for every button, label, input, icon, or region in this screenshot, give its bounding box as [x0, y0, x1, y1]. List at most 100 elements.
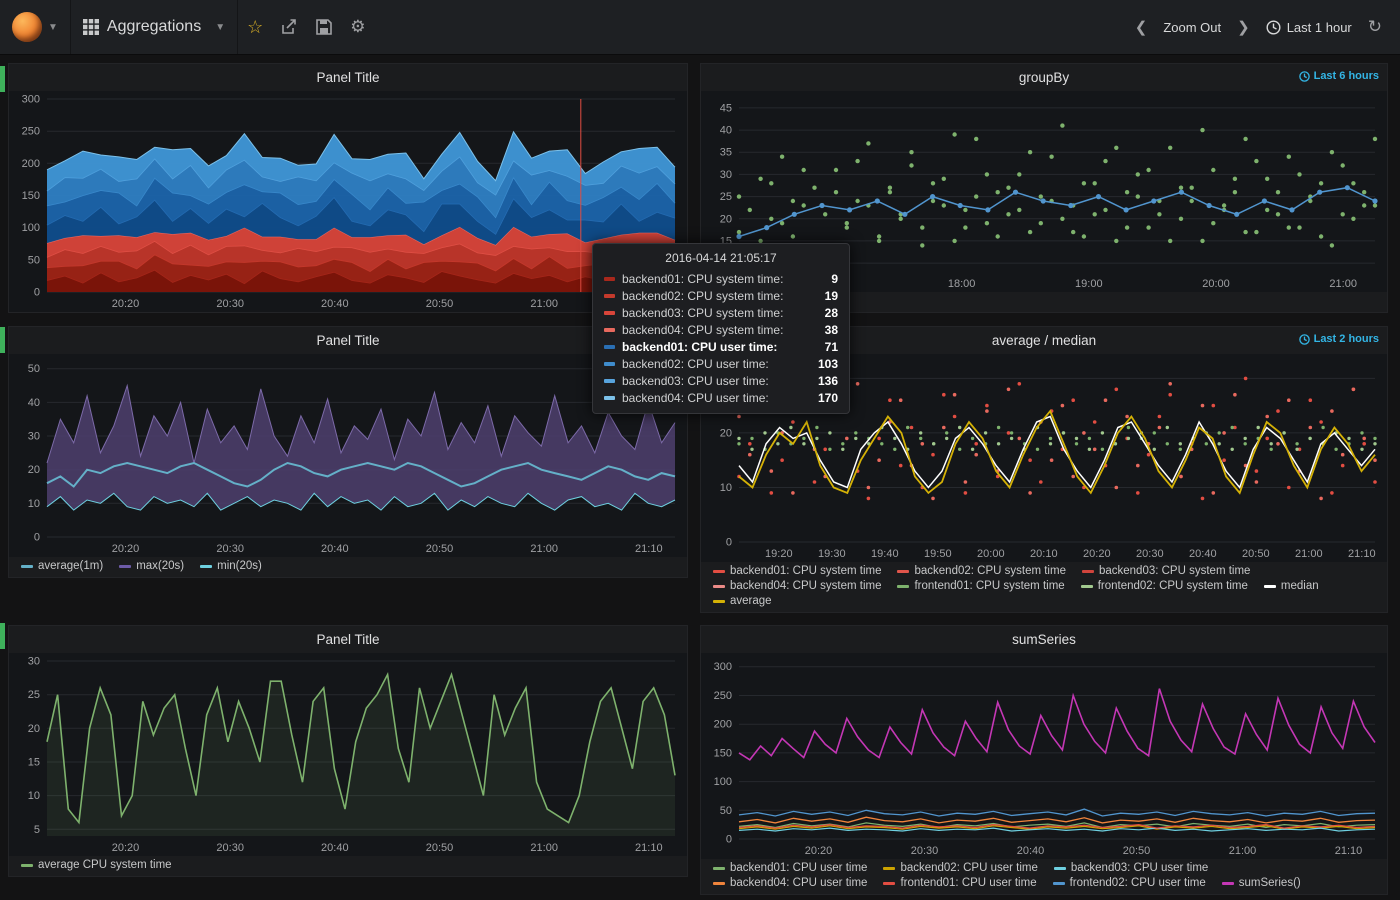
legend-item[interactable]: backend02: CPU user time — [883, 862, 1037, 874]
chevron-down-icon: ▼ — [48, 22, 58, 33]
panel-header: groupBy Last 6 hours — [701, 64, 1387, 91]
settings-button[interactable]: ⚙ — [350, 17, 365, 37]
save-button[interactable] — [316, 19, 332, 35]
svg-text:40: 40 — [28, 397, 40, 409]
time-override-label: Last 2 hours — [1314, 333, 1379, 345]
share-button[interactable] — [281, 19, 298, 35]
svg-text:20:40: 20:40 — [1189, 548, 1217, 560]
svg-text:0: 0 — [726, 537, 732, 549]
panel-title[interactable]: groupBy — [1019, 70, 1069, 85]
legend-item[interactable]: frontend01: CPU system time — [897, 580, 1064, 592]
row-toggle[interactable] — [0, 66, 5, 92]
legend-item[interactable]: average CPU system time — [21, 859, 172, 871]
panel-sumseries: sumSeries 05010015020025030020:2020:3020… — [700, 625, 1388, 895]
legend-item[interactable]: backend03: CPU user time — [1054, 862, 1208, 874]
svg-text:21:00: 21:00 — [1329, 278, 1357, 290]
star-button[interactable]: ☆ — [247, 17, 263, 38]
svg-text:20:30: 20:30 — [216, 543, 244, 555]
share-icon — [281, 19, 298, 35]
svg-text:5: 5 — [34, 824, 40, 836]
svg-text:20:00: 20:00 — [977, 548, 1005, 560]
panel-title[interactable]: Panel Title — [316, 632, 379, 647]
legend: backend01: CPU user time backend02: CPU u… — [701, 859, 1387, 894]
tooltip-row: backend04: CPU user time:170 — [602, 389, 840, 406]
svg-text:30: 30 — [720, 169, 732, 181]
svg-text:20:50: 20:50 — [1242, 548, 1270, 560]
svg-text:20:50: 20:50 — [426, 842, 454, 854]
legend-item[interactable]: sumSeries() — [1222, 877, 1301, 889]
svg-text:40: 40 — [720, 125, 732, 137]
svg-text:50: 50 — [28, 363, 40, 375]
dashboard-picker[interactable]: Aggregations ▼ — [71, 0, 238, 54]
legend-item[interactable]: frontend01: CPU user time — [883, 877, 1036, 889]
series-color-icon — [604, 362, 615, 366]
svg-text:20:50: 20:50 — [426, 543, 454, 555]
tooltip-row: backend02: CPU user time:103 — [602, 355, 840, 372]
svg-text:20:40: 20:40 — [321, 543, 349, 555]
save-icon — [316, 19, 332, 35]
clock-icon — [1299, 334, 1310, 345]
svg-text:20:30: 20:30 — [911, 845, 939, 857]
legend-item[interactable]: min(20s) — [200, 560, 262, 572]
legend-item[interactable]: backend01: CPU system time — [713, 565, 881, 577]
svg-text:250: 250 — [22, 126, 40, 138]
svg-text:21:10: 21:10 — [1335, 845, 1363, 857]
svg-text:20:20: 20:20 — [112, 543, 140, 555]
avg-band-chart[interactable]: 0102030405020:2020:3020:4020:5021:0021:1… — [9, 354, 687, 557]
panel-title[interactable]: Panel Title — [316, 70, 379, 85]
zoom-out-button[interactable]: Zoom Out — [1163, 20, 1221, 35]
grafana-menu[interactable]: ▼ — [0, 0, 71, 54]
sumseries-chart[interactable]: 05010015020025030020:2020:3020:4020:5021… — [701, 653, 1387, 859]
panel-title[interactable]: average / median — [992, 333, 1096, 348]
panel-time-override[interactable]: Last 2 hours — [1299, 333, 1379, 345]
svg-text:50: 50 — [28, 254, 40, 266]
legend-item[interactable]: frontend02: CPU user time — [1053, 877, 1206, 889]
svg-text:10: 10 — [28, 790, 40, 802]
svg-text:30: 30 — [28, 431, 40, 443]
legend-item[interactable]: max(20s) — [119, 560, 184, 572]
legend-item[interactable]: average — [713, 595, 772, 607]
svg-text:21:00: 21:00 — [1295, 548, 1323, 560]
svg-text:21:00: 21:00 — [1229, 845, 1257, 857]
time-forward-button[interactable]: ❯ — [1237, 18, 1250, 36]
legend: backend01: CPU system time backend02: CPU… — [701, 562, 1387, 612]
panel-title[interactable]: Panel Title — [316, 333, 379, 348]
legend-item[interactable]: backend03: CPU system time — [1082, 565, 1250, 577]
svg-text:20:20: 20:20 — [112, 842, 140, 854]
svg-text:200: 200 — [714, 719, 732, 731]
svg-text:20:40: 20:40 — [321, 298, 349, 310]
panel-header: Panel Title — [9, 327, 687, 354]
avg-cpu-chart[interactable]: 5101520253020:2020:3020:4020:5021:0021:1… — [9, 653, 687, 856]
svg-text:19:30: 19:30 — [818, 548, 846, 560]
legend-item[interactable]: average(1m) — [21, 560, 103, 572]
legend-item[interactable]: backend02: CPU system time — [897, 565, 1065, 577]
svg-text:19:40: 19:40 — [871, 548, 899, 560]
panel-header: Panel Title — [9, 64, 687, 91]
series-color-icon — [604, 345, 615, 349]
tooltip-row: backend02: CPU system time:19 — [602, 287, 840, 304]
time-picker[interactable]: Last 1 hour — [1266, 20, 1352, 35]
svg-text:20:50: 20:50 — [1123, 845, 1151, 857]
row-toggle[interactable] — [0, 623, 5, 649]
panel-title[interactable]: sumSeries — [1012, 632, 1076, 647]
svg-text:20:30: 20:30 — [1136, 548, 1164, 560]
svg-text:20: 20 — [720, 213, 732, 225]
svg-text:20: 20 — [720, 427, 732, 439]
tooltip-row: backend01: CPU system time:9 — [602, 270, 840, 287]
legend-item[interactable]: median — [1264, 580, 1319, 592]
svg-text:15: 15 — [28, 757, 40, 769]
cpu-stacked-chart[interactable]: 05010015020025030020:2020:3020:4020:5021… — [9, 91, 687, 312]
svg-text:20:30: 20:30 — [216, 298, 244, 310]
row-toggle[interactable] — [0, 327, 5, 353]
time-back-button[interactable]: ❮ — [1135, 18, 1148, 36]
legend-item[interactable]: frontend02: CPU system time — [1081, 580, 1248, 592]
svg-text:21:00: 21:00 — [530, 543, 558, 555]
svg-text:0: 0 — [34, 287, 40, 299]
legend-item[interactable]: backend01: CPU user time — [713, 862, 867, 874]
refresh-button[interactable]: ↻ — [1368, 17, 1382, 37]
legend-item[interactable]: backend04: CPU system time — [713, 580, 881, 592]
series-color-icon — [604, 294, 615, 298]
svg-text:30: 30 — [28, 656, 40, 668]
panel-time-override[interactable]: Last 6 hours — [1299, 70, 1379, 82]
legend-item[interactable]: backend04: CPU user time — [713, 877, 867, 889]
